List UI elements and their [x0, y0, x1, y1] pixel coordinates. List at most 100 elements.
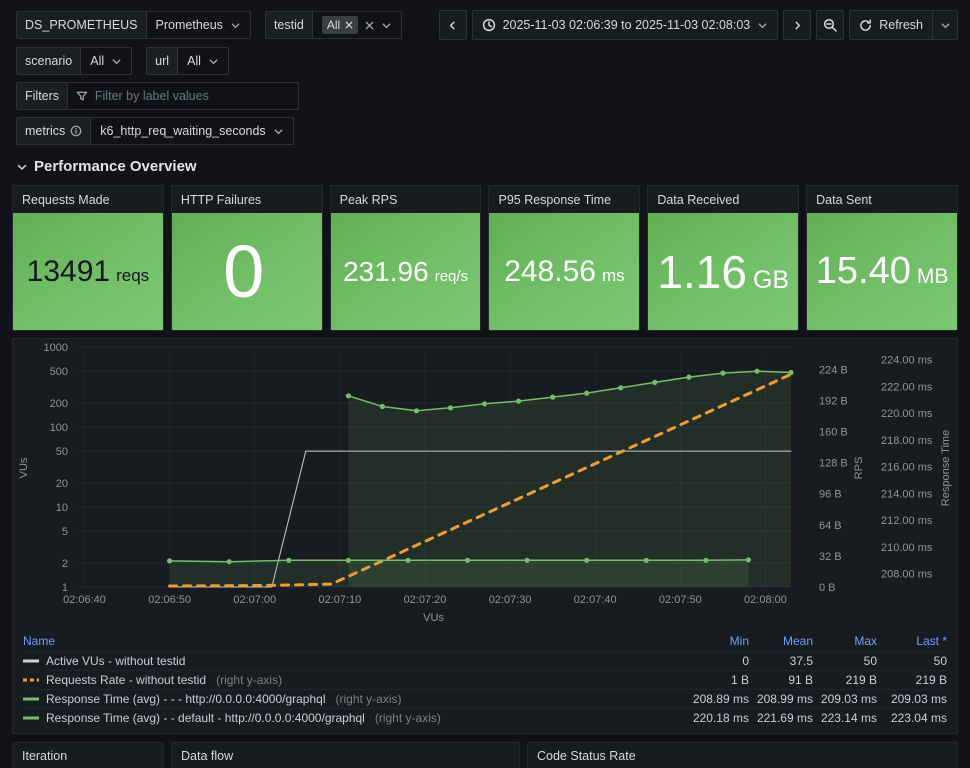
- right-axis-note: (right y-axis): [216, 673, 283, 687]
- chevron-down-icon: [112, 58, 121, 64]
- timeseries-chart[interactable]: 1 2 5 10 20 50 100 200 500 1000 VUs 0 B 32 B 64 B 96 B…: [13, 339, 958, 631]
- legend-series-row[interactable]: Response Time (avg) - - default - http:/…: [23, 708, 947, 727]
- series-color-swatch-icon: [23, 697, 39, 701]
- legend-series-name[interactable]: Response Time (avg) - - - http://0.0.0.0…: [23, 692, 685, 706]
- legend-header-min[interactable]: Min: [685, 634, 749, 648]
- filters-label: Filters: [16, 82, 68, 110]
- legend-header-mean[interactable]: Mean: [749, 634, 813, 648]
- legend-header-row: Name Min Mean Max Last *: [23, 631, 947, 651]
- legend-value: 208.89 ms: [692, 692, 749, 706]
- rps-tick-label: 224 B: [819, 364, 848, 376]
- panel-title[interactable]: Data Received: [648, 186, 798, 213]
- chevron-down-icon: [17, 164, 27, 170]
- time-range-text: 2025-11-03 02:06:39 to 2025-11-03 02:08:…: [502, 18, 751, 32]
- series-point: [447, 405, 454, 411]
- panel-title[interactable]: P95 Response Time: [489, 186, 639, 213]
- legend-series-row[interactable]: Response Time (avg) - - - http://0.0.0.0…: [23, 689, 947, 708]
- time-tick-label: 02:06:40: [63, 594, 106, 606]
- stat-value-area: 0: [171, 213, 322, 330]
- time-shift-back-button[interactable]: [438, 10, 467, 40]
- series-point: [482, 401, 488, 407]
- legend-value: 220.18 ms: [692, 711, 749, 725]
- vus-tick-label: 5: [62, 526, 68, 538]
- panel-title[interactable]: Data flow: [172, 743, 519, 768]
- ds-prometheus-dropdown[interactable]: Prometheus: [145, 11, 251, 39]
- panel-title[interactable]: Requests Made: [13, 186, 163, 213]
- time-tick-label: 02:07:20: [404, 594, 447, 606]
- series-point: [226, 559, 232, 565]
- rt-tick-label: 216.00 ms: [881, 462, 933, 474]
- series-point: [345, 393, 351, 399]
- chevron-down-icon: [941, 22, 949, 28]
- clear-all-icon[interactable]: [365, 21, 374, 30]
- refresh-button[interactable]: Refresh: [849, 10, 932, 40]
- rt-tick-label: 208.00 ms: [881, 569, 933, 581]
- vus-tick-label: 100: [50, 422, 68, 434]
- legend-value: 219 B: [915, 673, 947, 687]
- time-shift-forward-button[interactable]: [783, 10, 812, 40]
- vus-tick-label: 2: [62, 558, 68, 570]
- panel-title[interactable]: Iteration: [13, 743, 163, 768]
- zoom-out-button[interactable]: [816, 10, 845, 40]
- legend-series-row[interactable]: Requests Rate - without testid (right y-a…: [23, 670, 947, 689]
- vus-tick-label: 1000: [44, 342, 68, 354]
- series-point: [167, 558, 173, 564]
- info-icon[interactable]: [70, 125, 82, 137]
- series-point: [516, 398, 522, 404]
- chevron-down-icon: [382, 22, 391, 28]
- legend-value: 223.14 ms: [820, 711, 877, 725]
- legend-series-name[interactable]: Response Time (avg) - - default - http:/…: [23, 711, 685, 725]
- time-tick-label: 02:07:40: [574, 594, 617, 606]
- panel-title[interactable]: HTTP Failures: [172, 186, 322, 213]
- time-range-picker[interactable]: 2025-11-03 02:06:39 to 2025-11-03 02:08:…: [471, 10, 779, 40]
- stat-value-area: 13491 reqs: [13, 213, 163, 330]
- var-scenario: scenario All: [16, 47, 133, 75]
- time-tick-label: 02:06:50: [148, 594, 191, 606]
- legend-series-row[interactable]: Active VUs - without testid 0 37.5 50 50: [23, 651, 947, 670]
- remove-value-icon[interactable]: [345, 21, 353, 29]
- legend-header-max[interactable]: Max: [813, 634, 877, 648]
- legend-series-name[interactable]: Requests Rate - without testid (right y-a…: [23, 673, 685, 687]
- stats-row: Requests Made 13491 reqs HTTP Failures 0…: [12, 185, 958, 331]
- series-point: [618, 385, 624, 391]
- row-performance-overview[interactable]: Performance Overview: [16, 158, 970, 175]
- vus-tick-label: 10: [56, 502, 68, 514]
- adhoc-filters: Filters: [16, 82, 300, 110]
- panel-title[interactable]: Code Status Rate: [528, 743, 957, 768]
- rps-tick-label: 96 B: [819, 489, 842, 501]
- panel-title[interactable]: Data Sent: [807, 186, 957, 213]
- vus-tick-label: 1: [62, 582, 68, 594]
- series-color-swatch-icon: [23, 678, 39, 682]
- panel-title[interactable]: Peak RPS: [331, 186, 481, 213]
- chevron-left-icon: [450, 21, 455, 29]
- vus-tick-label: 20: [56, 478, 68, 490]
- bottom-panels-row: Iteration Data flow Code Status Rate: [12, 742, 958, 768]
- legend-value: 223.04 ms: [890, 711, 947, 725]
- legend-series-name[interactable]: Active VUs - without testid: [23, 654, 685, 668]
- right-axis-note: (right y-axis): [374, 711, 441, 725]
- legend-header-last[interactable]: Last *: [877, 634, 947, 648]
- series-point: [413, 408, 420, 414]
- rt-tick-label: 214.00 ms: [881, 488, 933, 500]
- section-title: Performance Overview: [34, 158, 197, 175]
- url-dropdown[interactable]: All: [177, 47, 229, 75]
- stat-panel-peak-rps: Peak RPS 231.96 req/s: [329, 185, 482, 331]
- funnel-icon: [76, 91, 88, 101]
- series-color-swatch-icon: [23, 659, 39, 663]
- metrics-dropdown[interactable]: k6_http_req_waiting_seconds: [90, 117, 294, 145]
- stat-unit: reqs: [116, 265, 150, 285]
- legend-header-name[interactable]: Name: [23, 634, 685, 648]
- testid-dropdown[interactable]: All: [311, 11, 403, 39]
- filter-by-label-input[interactable]: [94, 89, 291, 103]
- response-time-axis-label: Response Time: [940, 430, 952, 506]
- refresh-interval-dropdown[interactable]: [932, 10, 958, 40]
- rt-tick-label: 222.00 ms: [881, 381, 933, 393]
- clock-icon: [482, 18, 495, 32]
- time-tick-label: 02:07:50: [659, 594, 702, 606]
- rps-tick-label: 192 B: [819, 395, 848, 407]
- scenario-dropdown[interactable]: All: [80, 47, 133, 75]
- testid-selected-pill[interactable]: All: [321, 16, 359, 34]
- series-point: [286, 557, 292, 563]
- stat-value-area: 15.40 MB: [807, 213, 957, 330]
- rt-tick-label: 218.00 ms: [881, 435, 933, 447]
